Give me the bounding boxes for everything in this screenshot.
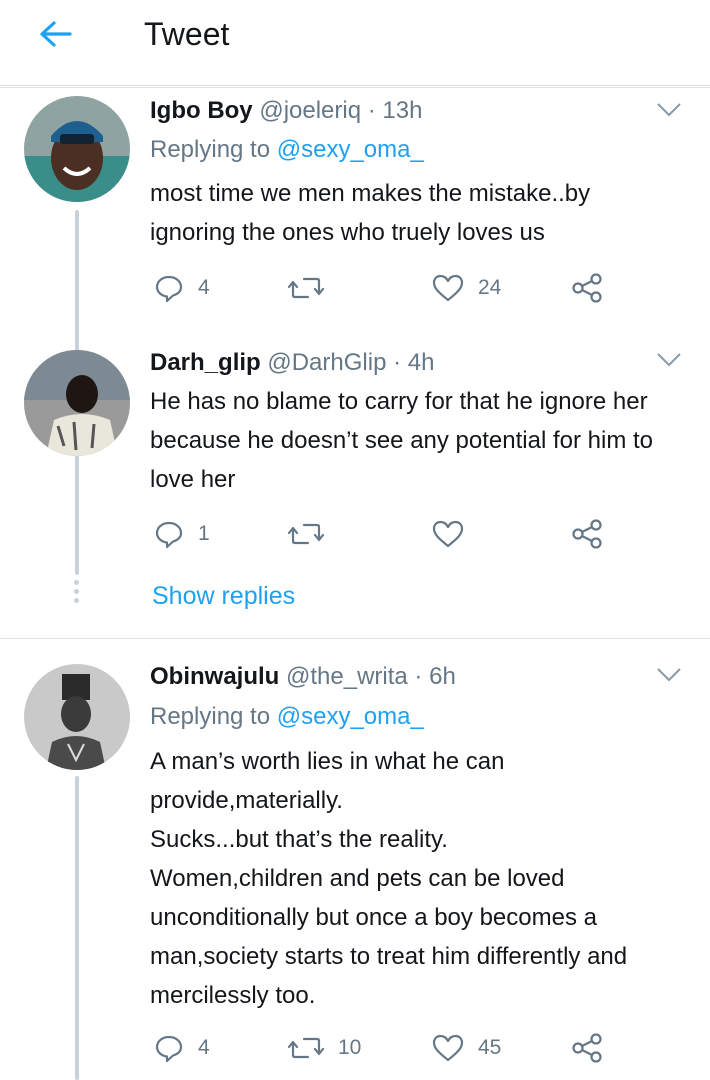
heart-icon [432, 520, 464, 548]
tweet-time[interactable]: 4h [408, 349, 435, 376]
heart-icon [432, 1034, 464, 1062]
heart-icon [432, 274, 464, 302]
reply-icon [155, 275, 183, 303]
tweet-menu-button[interactable] [656, 100, 682, 120]
show-replies-link[interactable]: Show replies [152, 582, 295, 611]
tweet-header: Darh_glip @DarhGlip · 4h [150, 348, 434, 378]
tweet-text-line: He has no blame to carry for that he ign… [150, 388, 648, 415]
tweet-header: Igbo Boy @joeleriq · 13h [150, 96, 422, 126]
tweet-text: most time we men makes the mistake..by i… [150, 174, 695, 252]
reply-icon [155, 521, 183, 549]
thread-line [75, 776, 79, 1080]
share-button[interactable] [570, 270, 604, 306]
tweet-header: Obinwajulu @the_writa · 6h [150, 662, 456, 692]
share-button[interactable] [570, 516, 604, 552]
reply-count: 4 [198, 276, 210, 299]
author-name[interactable]: Igbo Boy [150, 97, 253, 124]
mention-link[interactable]: @sexy_oma_ [277, 136, 424, 163]
chevron-down-icon [657, 353, 681, 367]
share-button[interactable] [570, 1030, 604, 1066]
reply-button[interactable]: 4 [154, 270, 210, 306]
replying-to: Replying to @sexy_oma_ [150, 702, 424, 732]
page-title: Tweet [144, 16, 230, 52]
mention-link[interactable]: @sexy_oma_ [277, 703, 424, 730]
tweet-actions: 4 24 [150, 270, 620, 306]
author-handle[interactable]: @joeleriq [259, 97, 361, 124]
like-button[interactable] [432, 516, 478, 552]
avatar[interactable] [24, 350, 130, 456]
tweet-text-line: Sucks...but that’s the reality. [150, 826, 448, 853]
like-count: 45 [478, 1036, 502, 1059]
retweet-icon [288, 277, 324, 299]
author-handle[interactable]: @DarhGlip [267, 349, 386, 376]
chevron-down-icon [657, 668, 681, 682]
like-button[interactable]: 45 [432, 1030, 501, 1066]
retweet-button[interactable] [288, 270, 338, 306]
tweet-time[interactable]: 13h [382, 97, 422, 124]
tweet-text: A man’s worth lies in what he can provid… [150, 742, 695, 1015]
reply-count: 4 [198, 1036, 210, 1059]
share-icon [572, 519, 602, 549]
tweet-actions: 1 [150, 516, 620, 552]
author-handle[interactable]: @the_writa [286, 663, 408, 690]
tweet-menu-button[interactable] [656, 350, 682, 370]
tweet-actions: 4 10 45 [150, 1030, 620, 1066]
retweet-button[interactable]: 10 [288, 1030, 361, 1066]
replying-to: Replying to @sexy_oma_ [150, 135, 424, 165]
tweet-text-line: unconditionally but once a boy becomes a [150, 904, 597, 931]
reply-icon [155, 1035, 183, 1063]
thread-divider [0, 638, 710, 639]
top-bar: Tweet [0, 0, 710, 86]
retweet-button[interactable] [288, 516, 338, 552]
tweet-text-line: A man’s worth lies in what he can [150, 748, 505, 775]
reply-button[interactable]: 1 [154, 516, 210, 552]
separator-dot: · [414, 663, 423, 690]
tweet-text-line: ignoring the ones who truely loves us [150, 219, 545, 246]
tweet-text-line: provide,materially. [150, 787, 343, 814]
tweet-text-line: mercilessly too. [150, 982, 316, 1009]
tweet-text-line: Women,children and pets can be loved [150, 865, 565, 892]
replying-prefix: Replying to [150, 703, 271, 730]
reply-button[interactable]: 4 [154, 1030, 210, 1066]
tweet-menu-button[interactable] [656, 665, 682, 685]
avatar[interactable] [24, 664, 130, 770]
retweet-count: 10 [338, 1036, 362, 1059]
back-button[interactable] [34, 14, 78, 58]
share-icon [572, 1033, 602, 1063]
share-icon [572, 273, 602, 303]
tweet-text-line: man,society starts to treat him differen… [150, 943, 628, 970]
reply-count: 1 [198, 522, 210, 545]
tweet-text-line: love her [150, 466, 236, 493]
chevron-down-icon [657, 103, 681, 117]
author-name[interactable]: Obinwajulu [150, 663, 279, 690]
thread-dots [74, 580, 80, 607]
arrow-left-icon [40, 21, 72, 47]
tweet-text: He has no blame to carry for that he ign… [150, 382, 695, 499]
tweet-1[interactable] [0, 87, 710, 88]
separator-dot: · [367, 97, 376, 124]
like-count: 24 [478, 276, 502, 299]
tweet-text-line: because he doesn’t see any potential for… [150, 427, 653, 454]
author-name[interactable]: Darh_glip [150, 349, 261, 376]
replying-prefix: Replying to [150, 136, 271, 163]
tweet-text-line: most time we men makes the mistake..by [150, 180, 591, 207]
retweet-icon [288, 1037, 324, 1059]
avatar[interactable] [24, 96, 130, 202]
tweet-time[interactable]: 6h [429, 663, 456, 690]
like-button[interactable]: 24 [432, 270, 501, 306]
separator-dot: · [393, 349, 402, 376]
retweet-icon [288, 523, 324, 545]
